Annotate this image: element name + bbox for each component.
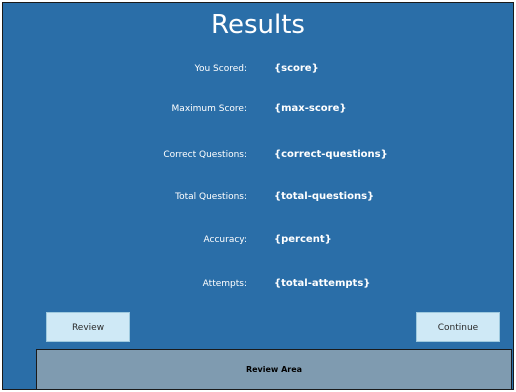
review-area-title: Review Area	[245, 365, 303, 374]
stat-row-accuracy: Accuracy: {percent}	[3, 232, 513, 248]
stat-value-accuracy: {percent}	[274, 234, 332, 245]
stat-label-accuracy: Accuracy:	[203, 235, 247, 245]
stat-value-score: {score}	[274, 63, 319, 74]
stat-row-max-score: Maximum Score: {max-score}	[3, 101, 513, 117]
stat-label-attempts: Attempts:	[202, 279, 247, 289]
stat-label-total-questions: Total Questions:	[175, 192, 247, 202]
continue-button[interactable]: Continue	[416, 312, 500, 342]
results-panel: Results You Scored: {score} Maximum Scor…	[2, 2, 514, 390]
stat-value-max-score: {max-score}	[274, 103, 347, 114]
stat-value-total-questions: {total-questions}	[274, 191, 375, 202]
stat-row-score: You Scored: {score}	[3, 61, 513, 77]
stat-row-attempts: Attempts: {total-attempts}	[3, 276, 513, 292]
stat-value-attempts: {total-attempts}	[274, 278, 371, 289]
review-area: Review Area	[36, 349, 512, 389]
stat-row-total-questions: Total Questions: {total-questions}	[3, 189, 513, 205]
stat-label-score: You Scored:	[194, 64, 247, 74]
review-button[interactable]: Review	[46, 312, 130, 342]
stat-row-correct-questions: Correct Questions: {correct-questions}	[3, 147, 513, 163]
stat-label-correct-questions: Correct Questions:	[163, 150, 247, 160]
stat-label-max-score: Maximum Score:	[171, 104, 247, 114]
page-title: Results	[211, 10, 305, 40]
stat-value-correct-questions: {correct-questions}	[274, 149, 388, 160]
